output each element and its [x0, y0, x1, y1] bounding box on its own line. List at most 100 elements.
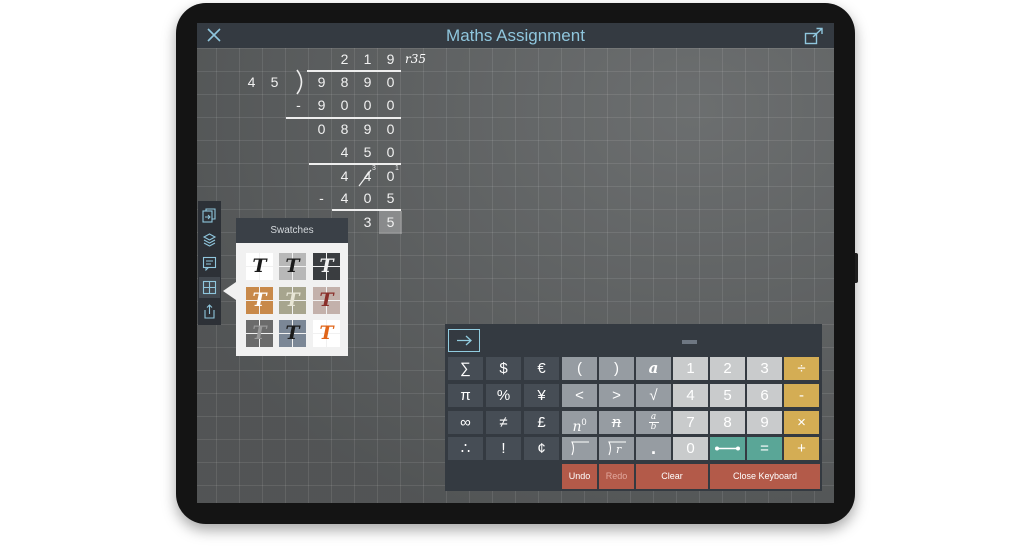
minus-key[interactable]: -	[784, 384, 819, 407]
euro-key[interactable]: €	[524, 357, 559, 380]
sqrt-key[interactable]: √	[636, 384, 671, 407]
side-toolbar	[198, 201, 221, 325]
nth-root-key[interactable]: r	[599, 437, 634, 460]
swatch[interactable]: T	[246, 287, 273, 314]
notes-icon[interactable]	[202, 256, 217, 271]
variable-key[interactable]: a	[636, 357, 671, 380]
digit-key-6[interactable]: 6	[747, 384, 782, 407]
swatch-glyph: T	[285, 322, 300, 344]
divide-key[interactable]: ÷	[784, 357, 819, 380]
nth-root-icon: r	[608, 441, 626, 456]
share-icon[interactable]	[804, 27, 824, 45]
less-than-key[interactable]: <	[562, 384, 597, 407]
pi-key[interactable]: π	[448, 384, 483, 407]
greater-than-key[interactable]: >	[599, 384, 634, 407]
swatches-popover: Swatches TTTTTTTTT	[236, 218, 348, 356]
infinity-key[interactable]: ∞	[448, 411, 483, 434]
open-paren-key[interactable]: (	[562, 357, 597, 380]
quotient-digit: 9	[386, 51, 395, 67]
power-key[interactable]: n0	[562, 411, 597, 435]
work-digit: 0	[386, 97, 395, 113]
divisor-digit: 4	[247, 74, 256, 90]
carry-digit: 3	[372, 165, 376, 172]
digit-key-4[interactable]: 4	[673, 384, 708, 407]
layers-icon[interactable]	[202, 232, 217, 247]
work-digit: 0	[363, 190, 372, 206]
close-keyboard-button[interactable]: Close Keyboard	[710, 464, 820, 489]
remainder-digit: 3	[363, 214, 372, 230]
work-digit: 4	[340, 190, 349, 206]
digit-key-0[interactable]: 0	[673, 437, 708, 460]
divisor-digit: 5	[270, 74, 279, 90]
selected-cell[interactable]: 5	[379, 211, 402, 234]
multiply-key[interactable]: ×	[784, 411, 819, 434]
export-icon[interactable]	[202, 304, 217, 319]
work-digit: 9	[363, 121, 372, 137]
next-button[interactable]	[448, 329, 480, 352]
digit-key-9[interactable]: 9	[747, 411, 782, 434]
grid-icon	[202, 280, 217, 295]
factorial-key[interactable]: !	[486, 437, 521, 460]
not-equal-key[interactable]: ≠	[486, 411, 521, 434]
decimal-key[interactable]: .	[636, 437, 671, 460]
top-bar: Maths Assignment	[197, 23, 834, 48]
quotient-digit: 2	[340, 51, 349, 67]
grid-tab[interactable]	[199, 277, 220, 298]
swatch[interactable]: T	[246, 320, 273, 347]
swatch[interactable]: T	[313, 253, 340, 280]
swatch[interactable]: T	[313, 287, 340, 314]
work-digit: 0	[386, 144, 395, 160]
equals-key[interactable]: =	[747, 437, 782, 460]
not-key[interactable]: n	[599, 411, 634, 434]
swatch[interactable]: T	[279, 253, 306, 280]
pages-icon[interactable]	[202, 208, 217, 223]
carry-digit: 1	[395, 165, 399, 172]
yen-key[interactable]: ¥	[524, 384, 559, 407]
digit-key-1[interactable]: 1	[673, 357, 708, 380]
dollar-key[interactable]: $	[486, 357, 521, 380]
close-paren-key[interactable]: )	[599, 357, 634, 380]
swatch-glyph: T	[285, 289, 300, 311]
swatch[interactable]: T	[246, 253, 273, 280]
cent-key[interactable]: ¢	[524, 437, 559, 460]
swatch-glyph: T	[319, 255, 334, 277]
line-segment-key[interactable]	[710, 437, 745, 460]
sum-key[interactable]: ∑	[448, 357, 483, 380]
digit-key-7[interactable]: 7	[673, 411, 708, 434]
quotient-digit: 1	[363, 51, 372, 67]
power-base: n	[572, 419, 582, 435]
dividend-digit: 0	[386, 74, 395, 90]
swatch[interactable]: T	[279, 320, 306, 347]
long-division-key[interactable]	[562, 437, 597, 460]
swatch-glyph: T	[319, 289, 334, 311]
plus-key[interactable]: +	[784, 437, 819, 460]
fraction-denominator: b	[650, 422, 657, 432]
popover-title: Swatches	[236, 218, 348, 243]
fraction-key[interactable]: ab	[636, 411, 671, 434]
minus-sign: -	[319, 190, 324, 206]
dividend-digit: 9	[317, 74, 326, 90]
therefore-key[interactable]: ∴	[448, 437, 483, 460]
digit-key-2[interactable]: 2	[710, 357, 745, 380]
pound-key[interactable]: £	[524, 411, 559, 434]
redo-button[interactable]: Redo	[599, 464, 634, 489]
digit-key-3[interactable]: 3	[747, 357, 782, 380]
work-digit: 0	[386, 121, 395, 137]
undo-button[interactable]: Undo	[562, 464, 597, 489]
swatch-glyph: T	[252, 289, 267, 311]
digit-key-5[interactable]: 5	[710, 384, 745, 407]
dividend-digit: 8	[340, 74, 349, 90]
work-digit: 9	[317, 97, 326, 113]
percent-key[interactable]: %	[486, 384, 521, 407]
clear-button[interactable]: Clear	[636, 464, 708, 489]
digit-key-8[interactable]: 8	[710, 411, 745, 434]
not-symbol: n	[611, 413, 622, 431]
division-bracket	[296, 69, 303, 95]
swatch[interactable]: T	[313, 320, 340, 347]
swatch[interactable]: T	[279, 287, 306, 314]
arrow-right-icon	[457, 335, 472, 346]
work-digit: 4	[340, 144, 349, 160]
keyboard-drag-handle[interactable]	[682, 340, 697, 344]
work-digit: 0	[317, 121, 326, 137]
remainder-label: r35	[405, 52, 427, 66]
